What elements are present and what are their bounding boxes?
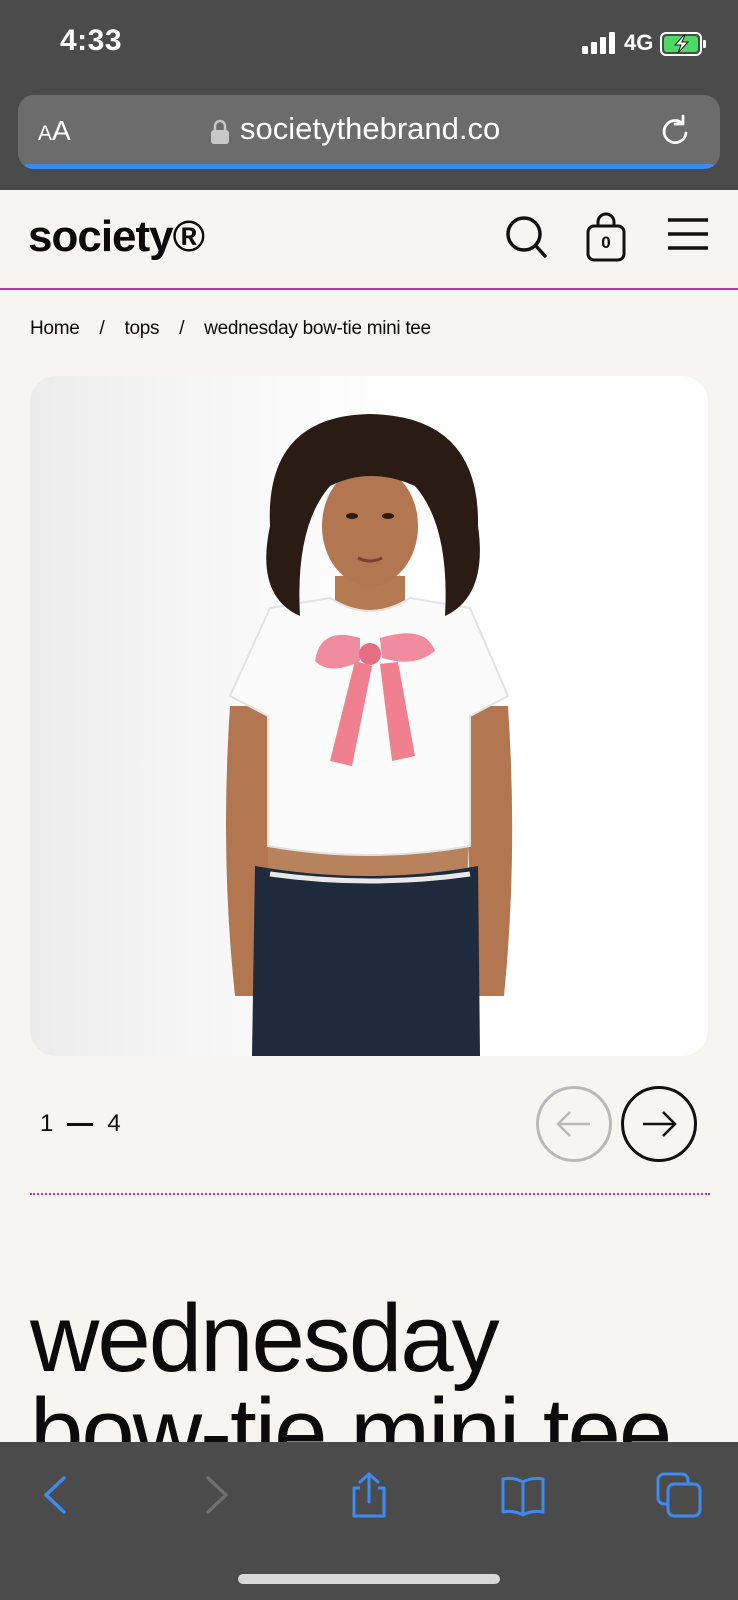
address-bar[interactable]: AA societythebrand.co: [18, 95, 720, 169]
gallery-counter: 14: [40, 1110, 121, 1138]
hamburger-menu-icon[interactable]: [666, 212, 710, 256]
breadcrumb: Home / tops / wednesday bow-tie mini tee: [30, 318, 431, 340]
breadcrumb-separator: /: [179, 318, 185, 339]
arrow-left-icon: [556, 1111, 590, 1137]
page-load-progress: [24, 164, 714, 169]
search-icon[interactable]: [504, 212, 548, 260]
browser-address-area: AA societythebrand.co: [0, 90, 738, 190]
product-image[interactable]: [30, 376, 708, 1056]
share-icon[interactable]: [346, 1472, 392, 1518]
gallery-counter-dash: [67, 1123, 94, 1127]
gallery-total: 4: [107, 1110, 121, 1137]
breadcrumb-current: wednesday bow-tie mini tee: [204, 318, 431, 339]
battery-charging-icon: [660, 32, 706, 56]
text-size-button[interactable]: AA: [38, 115, 71, 147]
section-divider: [30, 1193, 710, 1195]
arrow-right-icon: [643, 1111, 677, 1137]
cart-count: 0: [601, 233, 611, 252]
network-type: 4G: [624, 30, 654, 55]
reload-icon[interactable]: [656, 113, 694, 151]
gallery-prev-button[interactable]: [536, 1086, 612, 1162]
status-time: 4:33: [60, 24, 123, 57]
url-text[interactable]: societythebrand.co: [240, 111, 500, 147]
site-header: society® 0: [0, 190, 738, 290]
breadcrumb-tops[interactable]: tops: [124, 318, 159, 339]
breadcrumb-home[interactable]: Home: [30, 318, 80, 339]
chevron-right-icon[interactable]: [192, 1472, 238, 1518]
breadcrumb-separator: /: [99, 318, 105, 339]
lock-icon: [211, 119, 229, 144]
model-wearing-tee-image: [226, 414, 513, 1056]
gallery-next-button[interactable]: [621, 1086, 697, 1162]
cellular-signal-icon: [582, 32, 615, 54]
brand-logo[interactable]: society®: [28, 212, 205, 262]
status-bar: 4:33 4G: [0, 0, 738, 90]
gallery-current: 1: [40, 1110, 54, 1137]
home-indicator[interactable]: [238, 1574, 500, 1584]
chevron-left-icon[interactable]: [34, 1472, 80, 1518]
book-icon[interactable]: [500, 1472, 546, 1518]
tabs-icon[interactable]: [656, 1472, 702, 1518]
